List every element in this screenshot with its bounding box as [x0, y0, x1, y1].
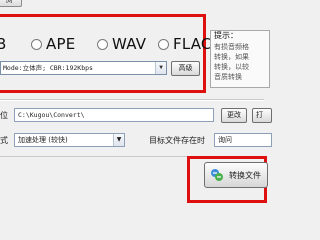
- format-option-wav[interactable]: WAV: [97, 33, 146, 55]
- file-exists-select[interactable]: 询问: [214, 133, 272, 147]
- tip-line: 音质转换: [214, 73, 242, 81]
- advanced-button[interactable]: 高级: [171, 61, 200, 76]
- output-path-label: 位: [0, 111, 8, 120]
- browse-button[interactable]: 浏: [0, 0, 22, 7]
- open-folder-button[interactable]: 打: [252, 108, 272, 123]
- tip-text: 有损音频格 转换，如果 转换，以较 音质转换: [214, 42, 266, 82]
- quality-value: Mode:立体声; CBR:192Kbps: [3, 64, 93, 72]
- change-path-button[interactable]: 更改: [221, 108, 247, 123]
- tip-line: 转换，如果: [214, 53, 249, 61]
- chevron-down-icon[interactable]: ▼: [113, 134, 124, 146]
- convert-icon: [210, 168, 224, 182]
- mode-value: 加速处理 (较快): [18, 136, 68, 144]
- format-partial-label: B: [0, 35, 7, 53]
- divider-highlight: [0, 100, 264, 101]
- wav-radio[interactable]: [97, 38, 108, 50]
- start-convert-button[interactable]: 转换文件: [204, 162, 268, 188]
- tip-line: 转换，以较: [214, 63, 249, 71]
- mode-label: 式: [0, 136, 8, 145]
- tip-title: 提示：: [214, 31, 238, 40]
- file-exists-label: 目标文件存在时: [149, 136, 205, 145]
- quality-select[interactable]: Mode:立体声; CBR:192Kbps ▼: [0, 61, 167, 75]
- format-option-ape[interactable]: APE: [31, 33, 75, 55]
- format-option-flac[interactable]: FLAC: [158, 33, 212, 55]
- mode-select[interactable]: 加速处理 (较快) ▼: [14, 133, 125, 147]
- tip-line: 有损音频格: [214, 43, 249, 51]
- chevron-down-icon[interactable]: ▼: [155, 62, 166, 74]
- ape-label: APE: [46, 35, 76, 53]
- start-convert-label: 转换文件: [229, 170, 261, 180]
- output-path-input[interactable]: C:\Kugou\Convert\: [14, 108, 214, 122]
- ape-radio[interactable]: [31, 38, 42, 50]
- wav-label: WAV: [112, 35, 147, 53]
- flac-radio[interactable]: [158, 38, 169, 50]
- flac-label: FLAC: [173, 35, 212, 53]
